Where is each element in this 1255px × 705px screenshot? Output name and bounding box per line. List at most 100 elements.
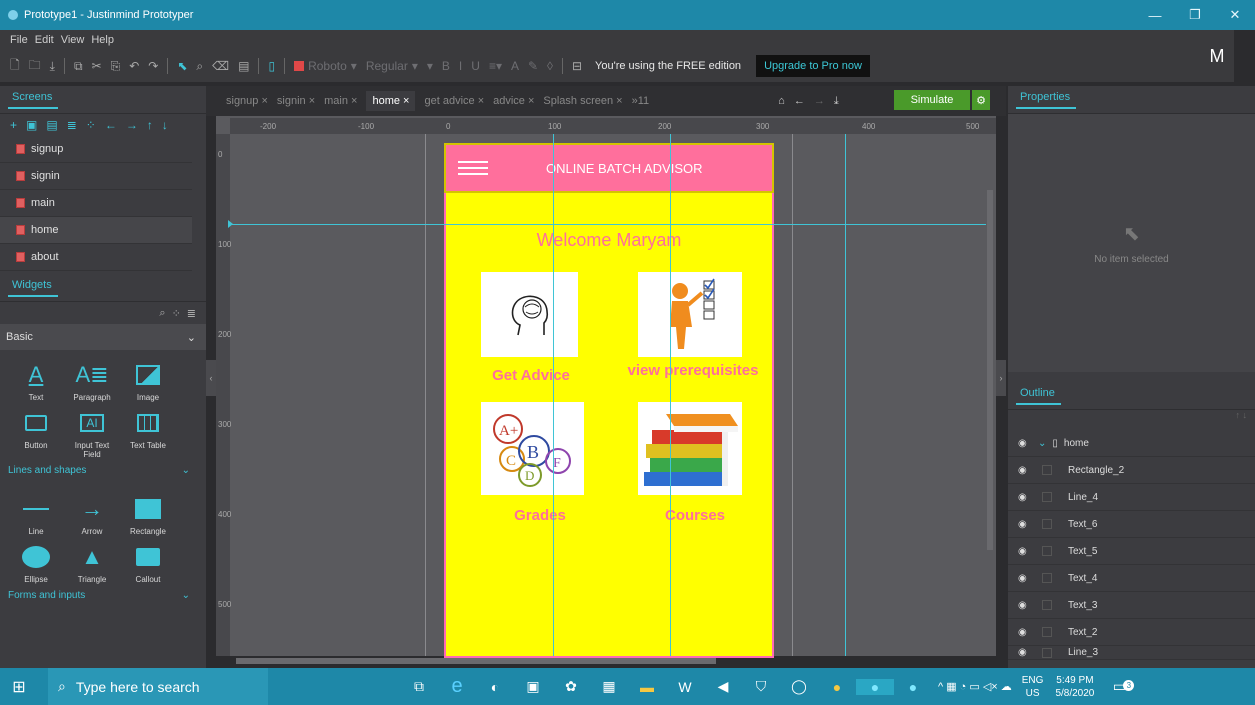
redo-icon[interactable]: ↷ — [148, 59, 158, 73]
new-file-icon[interactable]: 🗋 — [10, 56, 20, 77]
font-color-button[interactable]: A — [511, 59, 519, 73]
bold-button[interactable]: B — [442, 59, 450, 73]
device-icon[interactable]: ▯ — [268, 59, 275, 73]
italic-button[interactable]: I — [459, 59, 462, 73]
whatsapp-icon[interactable]: ◯ — [780, 678, 818, 695]
word-icon[interactable]: W — [666, 679, 704, 695]
view-prerequisites-card[interactable] — [638, 272, 742, 357]
justinmind-second-icon[interactable]: ● — [894, 679, 932, 695]
list-view-icon[interactable]: ≣ — [187, 307, 196, 320]
widget-text[interactable]: A Text — [8, 360, 64, 402]
notification-icon[interactable]: ▭ 3 — [1104, 678, 1135, 695]
widget-rectangle[interactable]: Rectangle — [120, 494, 176, 536]
cut-icon[interactable]: ✂ — [92, 59, 102, 73]
outline-item[interactable]: ◉ Text_3 — [1008, 592, 1255, 619]
vertical-guide-line[interactable] — [670, 134, 671, 656]
horizontal-guide-line[interactable] — [230, 224, 986, 225]
back-icon[interactable]: ← — [794, 95, 805, 107]
add-template-icon[interactable]: ▣ — [26, 118, 37, 132]
menu-edit[interactable]: Edit — [35, 34, 54, 46]
widgets-title[interactable]: Widgets — [8, 279, 58, 297]
widget-triangle[interactable]: ▲ Triangle — [64, 542, 120, 584]
tab-get-advice[interactable]: get advice × — [424, 95, 484, 107]
widget-ellipse[interactable]: Ellipse — [8, 542, 64, 584]
edge-icon[interactable]: e — [438, 675, 476, 698]
vertical-scrollbar[interactable] — [987, 190, 993, 550]
upgrade-button[interactable]: Upgrade to Pro now — [756, 55, 870, 77]
tabs-overflow[interactable]: »11 — [632, 95, 650, 107]
eye-icon[interactable]: ◉ — [1018, 519, 1032, 530]
layout-icon[interactable]: ⊟ — [572, 59, 582, 73]
close-button[interactable]: ✕ — [1215, 7, 1255, 23]
simulate-settings-icon[interactable]: ⚙ — [972, 90, 990, 110]
add-screen-icon[interactable]: + — [10, 118, 17, 132]
device-screen[interactable] — [444, 143, 774, 658]
screen-item-home[interactable]: home — [0, 217, 192, 244]
menu-view[interactable]: View — [61, 34, 85, 46]
tab-splash-screen[interactable]: Splash screen × — [543, 95, 622, 107]
justinmind-taskbar-icon[interactable]: ● — [856, 678, 894, 695]
media-player-icon[interactable]: ◐ — [476, 679, 514, 695]
eraser-icon[interactable]: ⌫ — [212, 59, 229, 73]
zoom-icon[interactable]: ⌕ — [196, 59, 203, 74]
eye-icon[interactable]: ◉ — [1018, 492, 1032, 503]
vertical-guide-line[interactable] — [553, 134, 554, 656]
undo-icon[interactable]: ↶ — [129, 59, 139, 73]
collapse-left-panel-icon[interactable]: ‹ — [206, 360, 216, 396]
widget-category-select[interactable]: Basic ⌄ — [0, 324, 206, 350]
settings-app-icon[interactable]: ✿ — [552, 678, 590, 695]
menu-help[interactable]: Help — [91, 34, 114, 46]
font-size-select[interactable]: ▾ — [427, 59, 433, 73]
widget-arrow[interactable]: → Arrow — [64, 494, 120, 536]
outline-title[interactable]: Outline — [1016, 387, 1061, 405]
list-view-icon[interactable]: ≣ — [67, 118, 77, 132]
arrow-down-icon[interactable]: ↓ — [162, 118, 168, 132]
outline-item[interactable]: ◉ Text_2 — [1008, 619, 1255, 646]
select-tool-icon[interactable]: ⬉ — [177, 59, 187, 73]
get-advice-label[interactable]: Get Advice — [472, 367, 590, 384]
chevron-down-icon[interactable]: ⌄ — [1038, 438, 1046, 449]
screens-title[interactable]: Screens — [8, 91, 59, 109]
widget-input-text-field[interactable]: AI Input Text Field — [64, 408, 120, 459]
search-icon[interactable]: ⌕ — [159, 307, 165, 320]
eye-icon[interactable]: ◉ — [1018, 600, 1032, 611]
outline-item[interactable]: ◉ Text_4 — [1008, 565, 1255, 592]
arrow-left-icon[interactable]: ← — [105, 118, 117, 132]
fill-icon[interactable]: ◊ — [547, 59, 553, 73]
tab-signin[interactable]: signin × — [277, 95, 315, 107]
grades-card[interactable]: A+ C B D F — [481, 402, 584, 495]
eye-icon[interactable]: ◉ — [1018, 647, 1032, 658]
widget-image[interactable]: Image — [120, 360, 176, 402]
paste-icon[interactable]: ⎘ — [111, 59, 121, 74]
download-icon[interactable]: ⤓ — [50, 59, 55, 74]
add-master-icon[interactable]: ▤ — [46, 118, 57, 132]
checkbox[interactable] — [1042, 492, 1052, 502]
get-advice-card[interactable] — [481, 272, 578, 357]
checkbox[interactable] — [1042, 647, 1052, 658]
screen-item-signup[interactable]: signup — [0, 136, 192, 163]
align-icon[interactable]: ≡▾ — [489, 59, 502, 73]
shield-icon[interactable]: ⛉ — [742, 678, 780, 695]
collapse-right-panel-icon[interactable]: › — [996, 360, 1006, 396]
system-tray-icons[interactable]: ^ ▦ ◔ ▭ ◁× ☁ — [932, 680, 1018, 693]
forward-icon[interactable]: → — [814, 95, 825, 107]
tab-advice[interactable]: advice × — [493, 95, 534, 107]
screen-item-about[interactable]: about — [0, 244, 192, 271]
store-icon[interactable]: ▣ — [514, 678, 552, 695]
view-prerequisites-label[interactable]: view prerequisites — [615, 362, 771, 379]
clock[interactable]: 5:49 PM 5/8/2020 — [1055, 674, 1094, 700]
underline-button[interactable]: U — [471, 59, 480, 73]
windows-start-icon[interactable]: ⊞ — [0, 677, 38, 697]
open-folder-icon[interactable]: 🗀 — [29, 56, 41, 77]
screen-item-main[interactable]: main — [0, 190, 192, 217]
font-family-select[interactable]: Roboto ▾ — [294, 59, 357, 73]
properties-title[interactable]: Properties — [1016, 91, 1077, 109]
horizontal-scrollbar[interactable] — [236, 658, 716, 664]
eye-icon[interactable]: ◉ — [1018, 573, 1032, 584]
courses-card[interactable] — [638, 402, 742, 495]
language-indicator[interactable]: ENG US — [1022, 674, 1044, 700]
checkbox[interactable] — [1042, 546, 1052, 556]
photos-icon[interactable]: ▦ — [590, 678, 628, 695]
copy-icon[interactable]: ⧉ — [74, 59, 83, 74]
eye-icon[interactable]: ◉ — [1018, 465, 1032, 476]
